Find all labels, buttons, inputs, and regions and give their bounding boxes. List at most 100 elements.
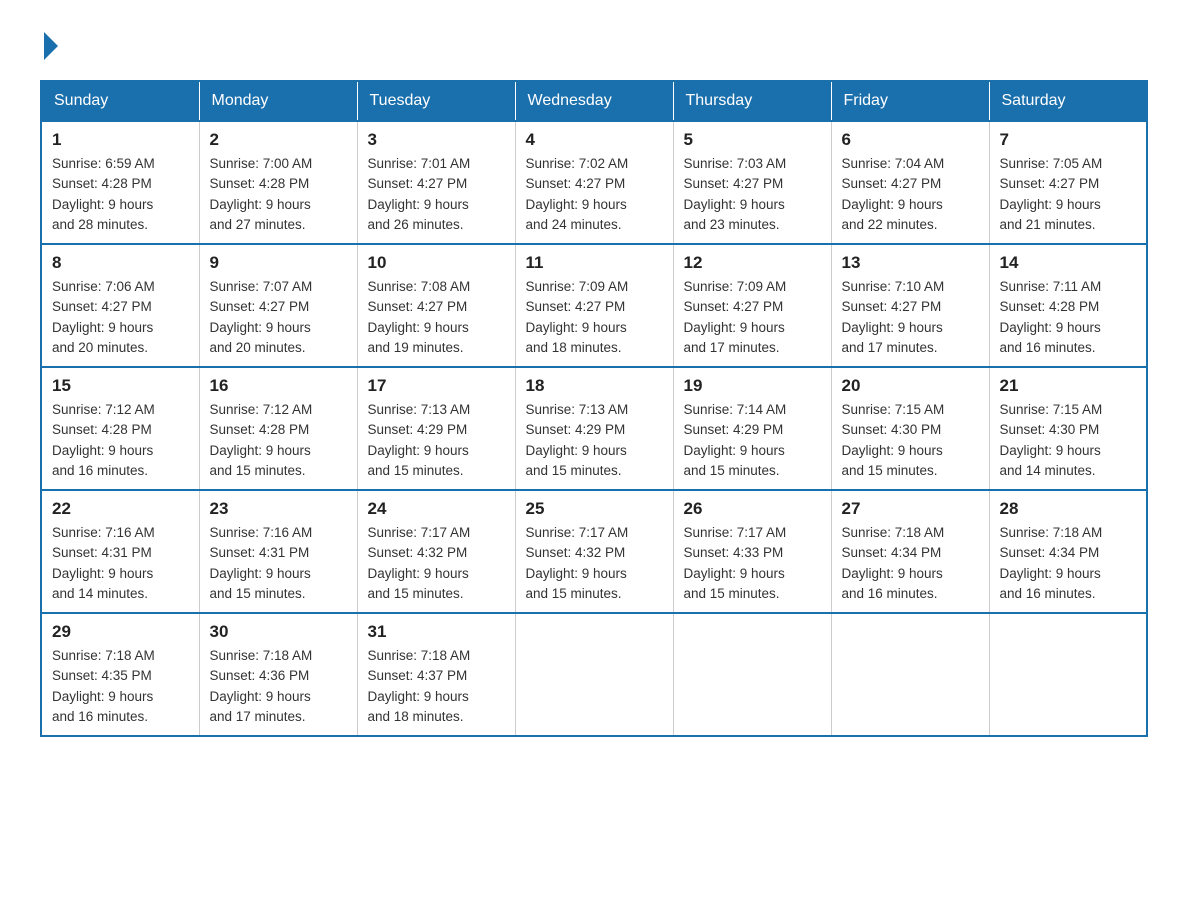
day-info: Sunrise: 7:13 AMSunset: 4:29 PMDaylight:… [526,402,629,478]
calendar-cell [515,613,673,736]
calendar-cell: 12 Sunrise: 7:09 AMSunset: 4:27 PMDaylig… [673,244,831,367]
calendar-cell: 2 Sunrise: 7:00 AMSunset: 4:28 PMDayligh… [199,121,357,244]
day-info: Sunrise: 7:07 AMSunset: 4:27 PMDaylight:… [210,279,313,355]
calendar-cell: 26 Sunrise: 7:17 AMSunset: 4:33 PMDaylig… [673,490,831,613]
day-info: Sunrise: 7:06 AMSunset: 4:27 PMDaylight:… [52,279,155,355]
day-number: 31 [368,622,505,642]
logo-triangle-icon [44,32,58,60]
weekday-header-thursday: Thursday [673,81,831,121]
day-info: Sunrise: 7:15 AMSunset: 4:30 PMDaylight:… [842,402,945,478]
calendar-table: SundayMondayTuesdayWednesdayThursdayFrid… [40,80,1148,737]
calendar-week-row: 22 Sunrise: 7:16 AMSunset: 4:31 PMDaylig… [41,490,1147,613]
calendar-cell: 18 Sunrise: 7:13 AMSunset: 4:29 PMDaylig… [515,367,673,490]
day-number: 26 [684,499,821,519]
calendar-cell: 11 Sunrise: 7:09 AMSunset: 4:27 PMDaylig… [515,244,673,367]
day-info: Sunrise: 6:59 AMSunset: 4:28 PMDaylight:… [52,156,155,232]
page-header [40,30,1148,60]
day-number: 28 [1000,499,1137,519]
calendar-cell: 24 Sunrise: 7:17 AMSunset: 4:32 PMDaylig… [357,490,515,613]
day-number: 22 [52,499,189,519]
day-number: 6 [842,130,979,150]
day-info: Sunrise: 7:17 AMSunset: 4:33 PMDaylight:… [684,525,787,601]
day-number: 1 [52,130,189,150]
calendar-week-row: 1 Sunrise: 6:59 AMSunset: 4:28 PMDayligh… [41,121,1147,244]
calendar-week-row: 15 Sunrise: 7:12 AMSunset: 4:28 PMDaylig… [41,367,1147,490]
day-number: 24 [368,499,505,519]
day-number: 16 [210,376,347,396]
calendar-cell: 14 Sunrise: 7:11 AMSunset: 4:28 PMDaylig… [989,244,1147,367]
day-info: Sunrise: 7:18 AMSunset: 4:37 PMDaylight:… [368,648,471,724]
day-number: 10 [368,253,505,273]
day-number: 20 [842,376,979,396]
calendar-cell [989,613,1147,736]
calendar-cell: 6 Sunrise: 7:04 AMSunset: 4:27 PMDayligh… [831,121,989,244]
day-info: Sunrise: 7:12 AMSunset: 4:28 PMDaylight:… [210,402,313,478]
day-number: 5 [684,130,821,150]
calendar-cell: 7 Sunrise: 7:05 AMSunset: 4:27 PMDayligh… [989,121,1147,244]
weekday-header-sunday: Sunday [41,81,199,121]
calendar-cell: 28 Sunrise: 7:18 AMSunset: 4:34 PMDaylig… [989,490,1147,613]
day-number: 3 [368,130,505,150]
calendar-cell: 19 Sunrise: 7:14 AMSunset: 4:29 PMDaylig… [673,367,831,490]
calendar-cell: 13 Sunrise: 7:10 AMSunset: 4:27 PMDaylig… [831,244,989,367]
day-info: Sunrise: 7:14 AMSunset: 4:29 PMDaylight:… [684,402,787,478]
calendar-cell [831,613,989,736]
day-number: 7 [1000,130,1137,150]
day-number: 13 [842,253,979,273]
day-info: Sunrise: 7:03 AMSunset: 4:27 PMDaylight:… [684,156,787,232]
day-number: 15 [52,376,189,396]
calendar-cell: 27 Sunrise: 7:18 AMSunset: 4:34 PMDaylig… [831,490,989,613]
calendar-cell: 22 Sunrise: 7:16 AMSunset: 4:31 PMDaylig… [41,490,199,613]
day-info: Sunrise: 7:04 AMSunset: 4:27 PMDaylight:… [842,156,945,232]
weekday-header-friday: Friday [831,81,989,121]
calendar-week-row: 8 Sunrise: 7:06 AMSunset: 4:27 PMDayligh… [41,244,1147,367]
calendar-cell: 29 Sunrise: 7:18 AMSunset: 4:35 PMDaylig… [41,613,199,736]
day-info: Sunrise: 7:09 AMSunset: 4:27 PMDaylight:… [526,279,629,355]
logo [40,30,58,60]
day-number: 30 [210,622,347,642]
day-number: 11 [526,253,663,273]
day-info: Sunrise: 7:09 AMSunset: 4:27 PMDaylight:… [684,279,787,355]
calendar-cell: 15 Sunrise: 7:12 AMSunset: 4:28 PMDaylig… [41,367,199,490]
day-number: 27 [842,499,979,519]
calendar-cell: 17 Sunrise: 7:13 AMSunset: 4:29 PMDaylig… [357,367,515,490]
day-info: Sunrise: 7:18 AMSunset: 4:35 PMDaylight:… [52,648,155,724]
day-number: 19 [684,376,821,396]
calendar-cell: 25 Sunrise: 7:17 AMSunset: 4:32 PMDaylig… [515,490,673,613]
day-info: Sunrise: 7:18 AMSunset: 4:36 PMDaylight:… [210,648,313,724]
day-info: Sunrise: 7:18 AMSunset: 4:34 PMDaylight:… [1000,525,1103,601]
weekday-header-saturday: Saturday [989,81,1147,121]
day-number: 18 [526,376,663,396]
day-number: 12 [684,253,821,273]
day-info: Sunrise: 7:16 AMSunset: 4:31 PMDaylight:… [52,525,155,601]
calendar-header-row: SundayMondayTuesdayWednesdayThursdayFrid… [41,81,1147,121]
day-info: Sunrise: 7:01 AMSunset: 4:27 PMDaylight:… [368,156,471,232]
day-info: Sunrise: 7:13 AMSunset: 4:29 PMDaylight:… [368,402,471,478]
day-info: Sunrise: 7:02 AMSunset: 4:27 PMDaylight:… [526,156,629,232]
calendar-cell: 8 Sunrise: 7:06 AMSunset: 4:27 PMDayligh… [41,244,199,367]
day-number: 9 [210,253,347,273]
weekday-header-tuesday: Tuesday [357,81,515,121]
day-number: 17 [368,376,505,396]
day-number: 14 [1000,253,1137,273]
day-info: Sunrise: 7:00 AMSunset: 4:28 PMDaylight:… [210,156,313,232]
calendar-cell: 23 Sunrise: 7:16 AMSunset: 4:31 PMDaylig… [199,490,357,613]
day-info: Sunrise: 7:05 AMSunset: 4:27 PMDaylight:… [1000,156,1103,232]
calendar-cell: 1 Sunrise: 6:59 AMSunset: 4:28 PMDayligh… [41,121,199,244]
day-number: 29 [52,622,189,642]
day-number: 8 [52,253,189,273]
weekday-header-wednesday: Wednesday [515,81,673,121]
day-info: Sunrise: 7:08 AMSunset: 4:27 PMDaylight:… [368,279,471,355]
calendar-cell: 3 Sunrise: 7:01 AMSunset: 4:27 PMDayligh… [357,121,515,244]
day-info: Sunrise: 7:15 AMSunset: 4:30 PMDaylight:… [1000,402,1103,478]
calendar-cell: 16 Sunrise: 7:12 AMSunset: 4:28 PMDaylig… [199,367,357,490]
calendar-cell: 9 Sunrise: 7:07 AMSunset: 4:27 PMDayligh… [199,244,357,367]
calendar-cell: 4 Sunrise: 7:02 AMSunset: 4:27 PMDayligh… [515,121,673,244]
day-number: 21 [1000,376,1137,396]
calendar-week-row: 29 Sunrise: 7:18 AMSunset: 4:35 PMDaylig… [41,613,1147,736]
day-number: 4 [526,130,663,150]
calendar-cell: 10 Sunrise: 7:08 AMSunset: 4:27 PMDaylig… [357,244,515,367]
day-info: Sunrise: 7:17 AMSunset: 4:32 PMDaylight:… [368,525,471,601]
day-number: 25 [526,499,663,519]
day-number: 23 [210,499,347,519]
